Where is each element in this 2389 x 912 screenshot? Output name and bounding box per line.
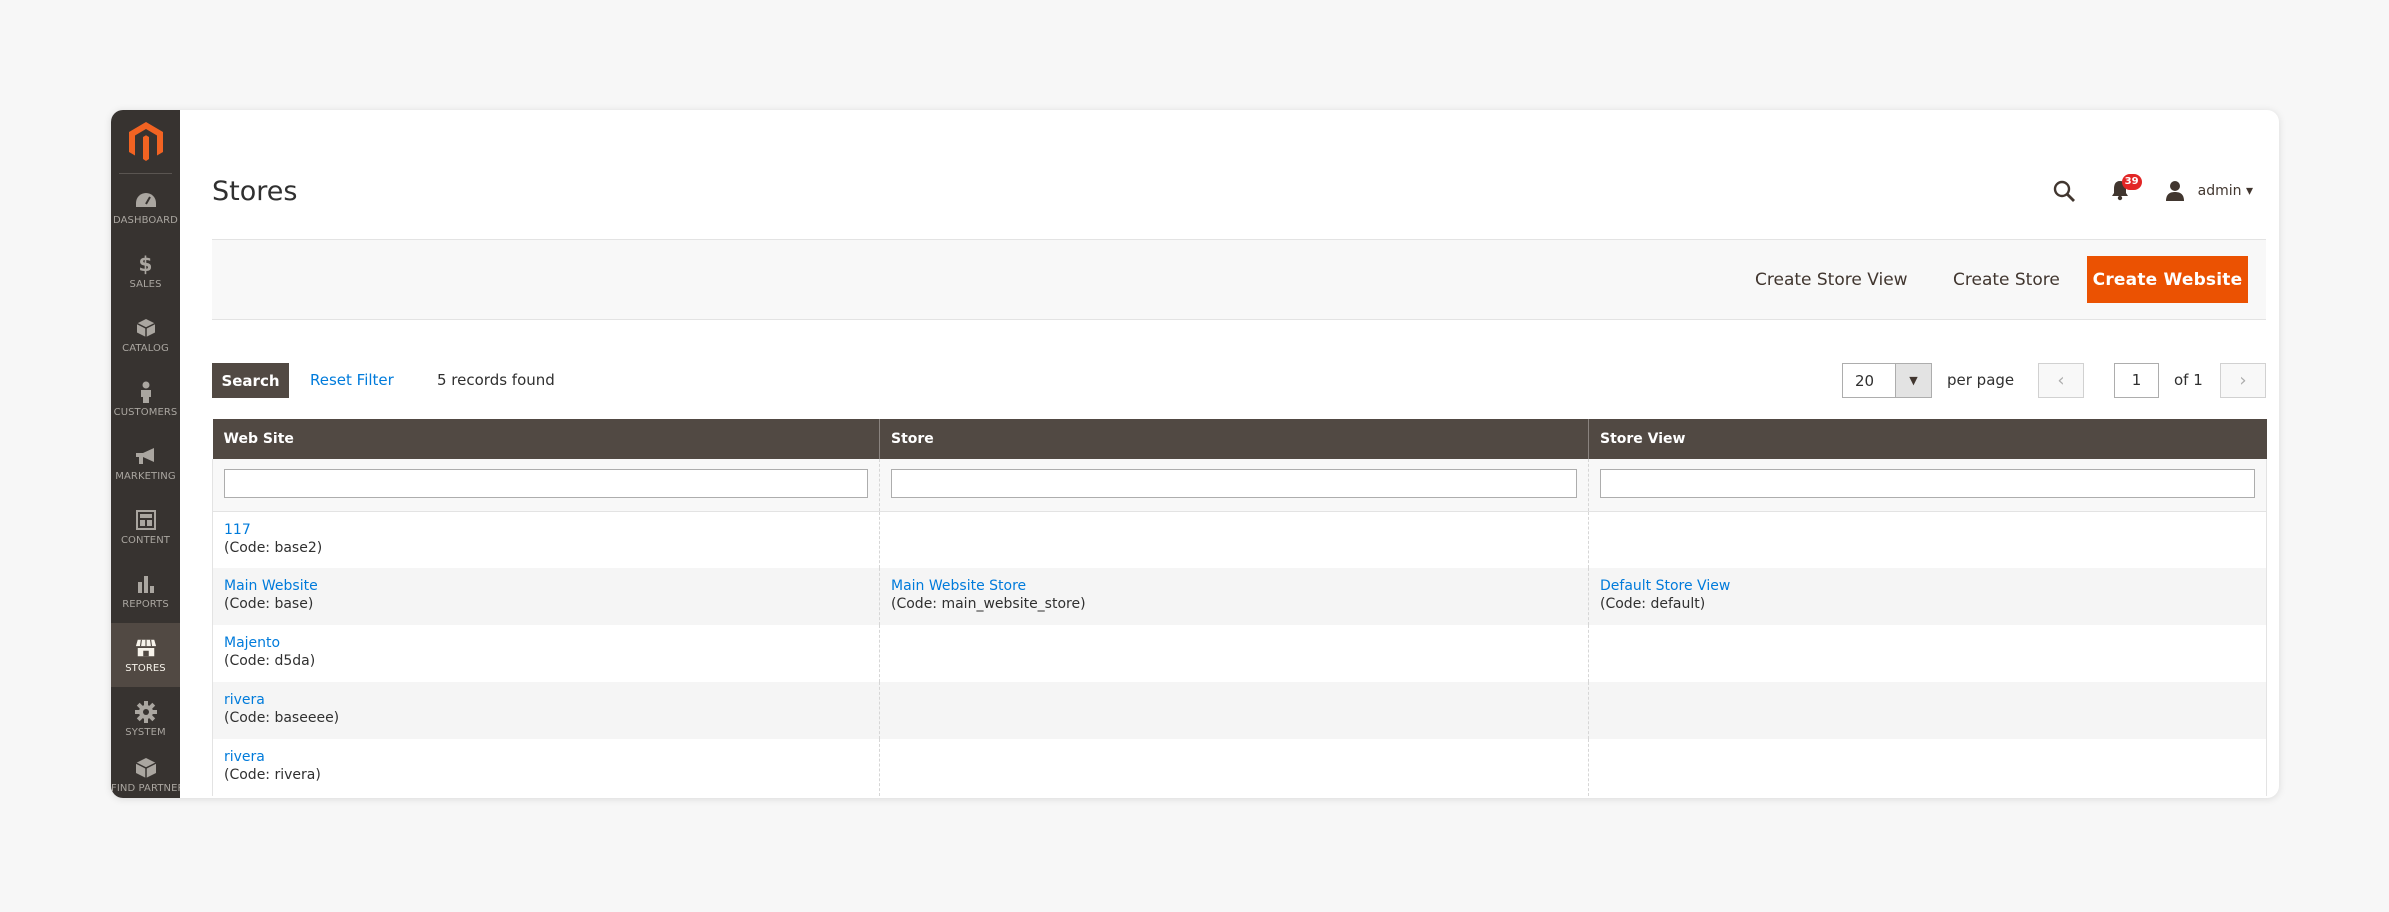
box-icon	[135, 317, 157, 339]
gear-icon	[134, 700, 157, 723]
store-view-filter-input[interactable]	[1600, 469, 2255, 498]
website-code: (Code: base)	[224, 596, 314, 612]
notification-badge: 39	[2121, 174, 2142, 190]
website-code: (Code: rivera)	[224, 767, 321, 783]
reset-filter-link[interactable]: Reset Filter	[310, 371, 394, 389]
table-row: rivera (Code: rivera)	[212, 739, 2267, 796]
create-store-view-button[interactable]: Create Store View	[1755, 256, 1908, 303]
cube-icon	[135, 757, 157, 779]
chevron-left-icon: ‹	[2057, 370, 2065, 391]
website-link[interactable]: Majento	[224, 634, 868, 652]
sidebar-item-label: DASHBOARD	[112, 214, 178, 226]
table-row: rivera (Code: baseeee)	[212, 682, 2267, 739]
next-page-button[interactable]: ›	[2220, 363, 2266, 398]
header-actions: 39 admin ▾	[2052, 174, 2253, 206]
main-content: Stores 39 admin ▾ Create Store View Crea…	[180, 110, 2279, 798]
store-link[interactable]: Main Website Store	[891, 577, 1577, 595]
column-header-store[interactable]: Store	[879, 419, 1589, 459]
website-link[interactable]: rivera	[224, 691, 868, 709]
store-filter-input[interactable]	[891, 469, 1577, 498]
sidebar-item-catalog[interactable]: CATALOG	[111, 303, 180, 367]
sidebar-item-dashboard[interactable]: DASHBOARD	[111, 175, 180, 239]
dollar-icon: $	[138, 251, 153, 276]
search-icon[interactable]	[2052, 179, 2076, 203]
magento-logo[interactable]	[111, 110, 180, 173]
sidebar-item-label: SYSTEM	[125, 726, 166, 738]
sidebar-item-stores[interactable]: STORES	[111, 623, 180, 687]
store-code: (Code: main_website_store)	[891, 596, 1086, 612]
create-website-button[interactable]: Create Website	[2087, 256, 2248, 303]
sidebar-item-label: FIND PARTNERS & EXTENSIONS	[111, 783, 180, 794]
sidebar-item-marketing[interactable]: MARKETING	[111, 431, 180, 495]
layout-icon	[135, 509, 157, 531]
stores-grid: Web Site Store Store View 117 (Code: base…	[212, 419, 2267, 796]
sidebar-item-label: CONTENT	[120, 534, 171, 546]
chevron-right-icon: ›	[2239, 370, 2247, 391]
sidebar-item-sales[interactable]: $ SALES	[111, 239, 180, 303]
create-store-button[interactable]: Create Store	[1953, 256, 2060, 303]
previous-page-button[interactable]: ‹	[2038, 363, 2084, 398]
page-title: Stores	[212, 176, 298, 207]
page-actions-bar: Create Store View Create Store Create We…	[212, 239, 2266, 320]
sidebar-item-reports[interactable]: REPORTS	[111, 559, 180, 623]
website-code: (Code: d5da)	[224, 653, 316, 669]
website-link[interactable]: Main Website	[224, 577, 868, 595]
sidebar-item-label: MARKETING	[115, 470, 176, 482]
per-page-label: per page	[1947, 371, 2015, 389]
search-button[interactable]: Search	[212, 363, 289, 398]
sidebar-item-partners[interactable]: FIND PARTNERS & EXTENSIONS	[111, 751, 180, 798]
person-icon	[135, 381, 157, 403]
storefront-icon	[135, 637, 157, 659]
total-pages-label: of 1	[2174, 371, 2203, 389]
sidebar-item-system[interactable]: SYSTEM	[111, 687, 180, 751]
megaphone-icon	[135, 445, 157, 467]
sidebar-item-label: SALES	[129, 278, 162, 290]
admin-user-menu[interactable]: admin ▾	[2198, 183, 2253, 199]
website-code: (Code: base2)	[224, 539, 323, 556]
sidebar-item-label: CUSTOMERS	[113, 406, 178, 418]
table-row: Main Website (Code: base) Main Website St…	[212, 568, 2267, 625]
admin-window: DASHBOARD $ SALES CATALOG CUSTOMERS MARK…	[111, 110, 2279, 798]
admin-sidebar: DASHBOARD $ SALES CATALOG CUSTOMERS MARK…	[111, 110, 180, 798]
sidebar-item-label: CATALOG	[122, 342, 169, 354]
store-view-code: (Code: default)	[1600, 596, 1706, 612]
website-code: (Code: baseeee)	[224, 710, 340, 726]
records-count: 5 records found	[437, 371, 555, 389]
dashboard-icon	[135, 189, 157, 211]
sidebar-item-label: STORES	[125, 662, 166, 674]
grid-toolbar: Search Reset Filter 5 records found 20 ▼…	[212, 363, 2266, 399]
per-page-select[interactable]: 20 ▼	[1842, 363, 1932, 398]
table-row: 117 (Code: base2)	[212, 511, 2267, 568]
website-link[interactable]: 117	[224, 521, 868, 539]
per-page-value: 20	[1855, 372, 1875, 390]
logo-divider	[119, 173, 172, 174]
store-view-link[interactable]: Default Store View	[1600, 577, 2255, 595]
sidebar-item-content[interactable]: CONTENT	[111, 495, 180, 559]
filter-row	[212, 459, 2267, 512]
page-number-input[interactable]: 1	[2114, 363, 2159, 398]
dropdown-arrow-icon: ▼	[1895, 364, 1931, 397]
sidebar-item-customers[interactable]: CUSTOMERS	[111, 367, 180, 431]
website-filter-input[interactable]	[224, 469, 868, 498]
bar-chart-icon	[135, 573, 157, 595]
column-header-website[interactable]: Web Site	[212, 419, 880, 459]
column-header-store-view[interactable]: Store View	[1588, 419, 2267, 459]
website-link[interactable]: rivera	[224, 748, 868, 766]
table-row: Majento (Code: d5da)	[212, 625, 2267, 682]
user-icon[interactable]	[2164, 180, 2186, 202]
sidebar-item-label: REPORTS	[122, 598, 169, 610]
notifications-bell[interactable]: 39	[2110, 174, 2142, 203]
